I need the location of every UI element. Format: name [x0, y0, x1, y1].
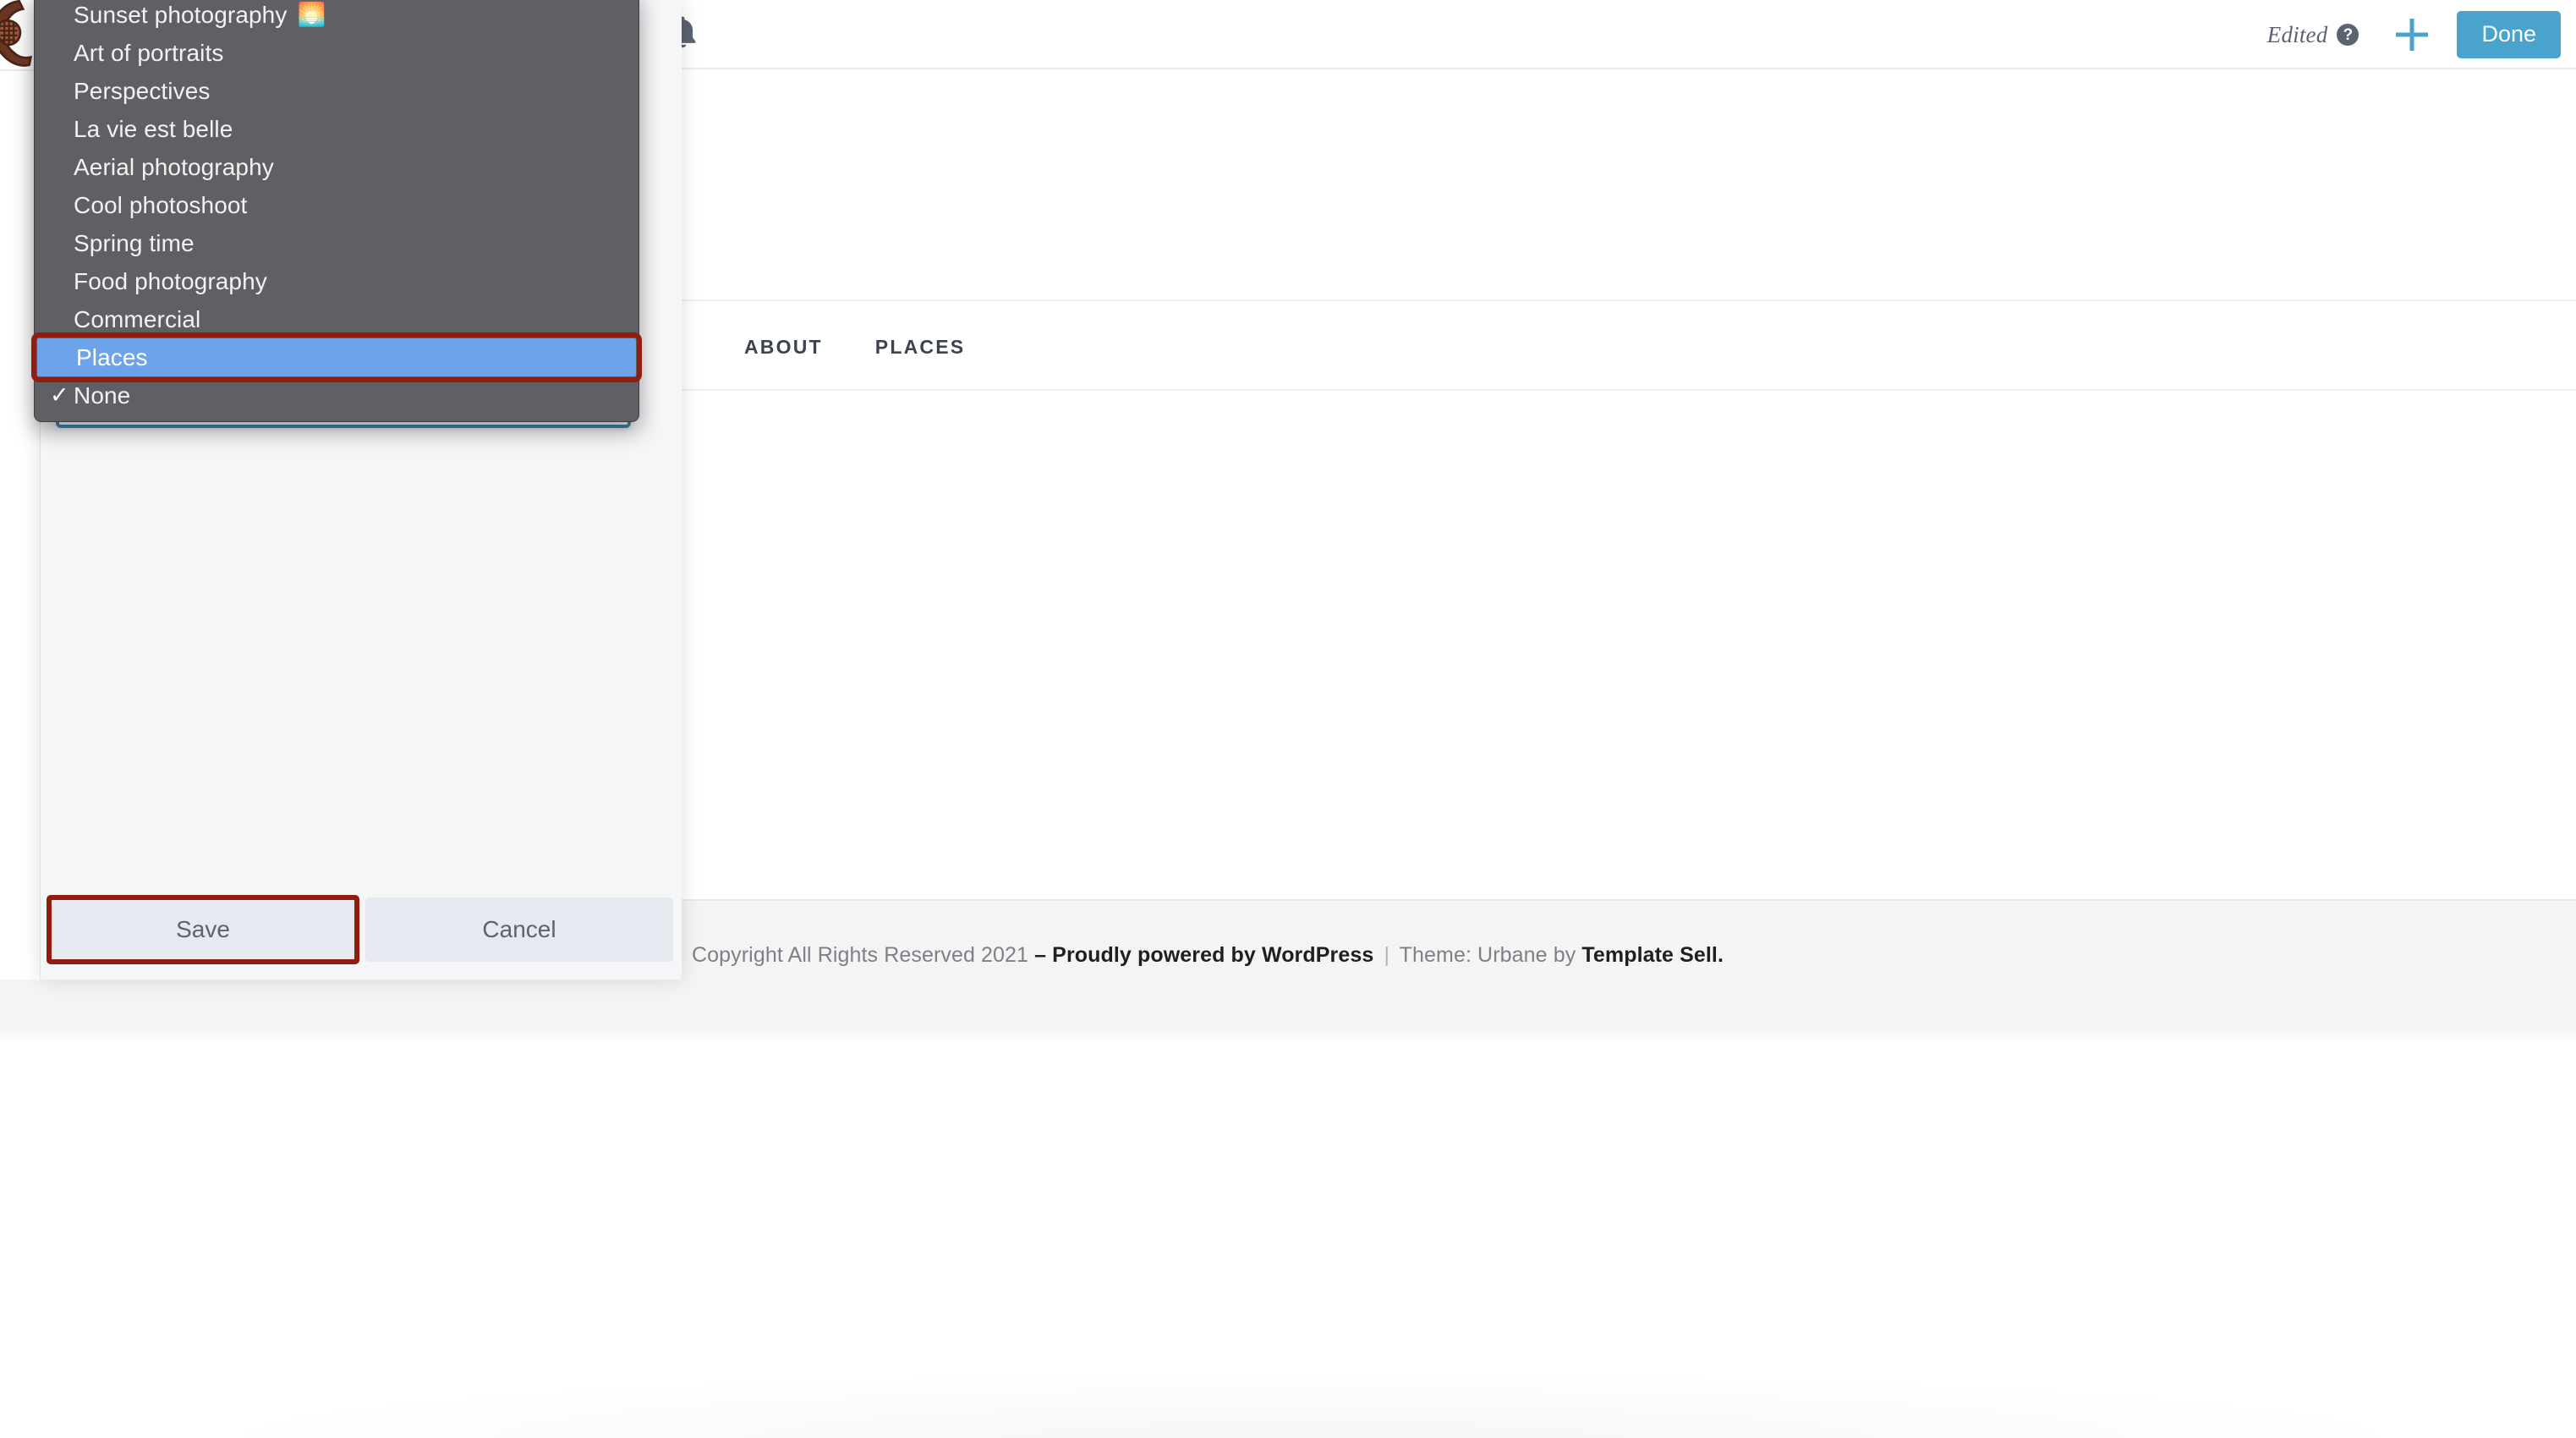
select-option-label: Food photography: [74, 270, 267, 294]
footer-powered-by-link[interactable]: Proudly powered by WordPress: [1052, 943, 1373, 967]
edited-status: Edited ?: [2267, 22, 2360, 48]
select-option-perspectives[interactable]: Perspectives: [35, 72, 639, 110]
select-option-food-photography[interactable]: Food photography: [35, 262, 639, 300]
select-option-spring-time[interactable]: Spring time: [35, 224, 639, 262]
select-option-art-of-portraits[interactable]: Art of portraits: [35, 34, 639, 72]
select-option-label: Spring time: [74, 232, 195, 255]
customizer-topbar-actions: Edited ? Done: [2267, 0, 2561, 69]
select-option-aerial-photography[interactable]: Aerial photography: [35, 148, 639, 186]
select-option-label: Art of portraits: [74, 41, 223, 65]
nav-item-places[interactable]: PLACES: [875, 336, 966, 359]
site-logo-icon: [0, 0, 54, 73]
page-select-dropdown[interactable]: Sunset photography 🌅 Art of portraits Persp…: [34, 0, 639, 422]
check-icon: ✓: [50, 384, 69, 407]
sunrise-emoji-icon: 🌅: [297, 3, 326, 26]
footer-theme-prefix: Theme: Urbane by: [1400, 943, 1576, 967]
footer-dash: –: [1034, 943, 1046, 967]
footer-copyright: Copyright All Rights Reserved 2021: [692, 943, 1028, 967]
footer-credit-text: Copyright All Rights Reserved 2021 – Pro…: [692, 943, 1724, 968]
cancel-button[interactable]: Cancel: [365, 897, 673, 962]
select-option-places[interactable]: Places: [37, 338, 636, 376]
select-option-label: Commercial: [74, 308, 200, 332]
help-icon[interactable]: ?: [2337, 24, 2359, 46]
select-option-label: Perspectives: [74, 80, 211, 103]
footer-separator: |: [1379, 943, 1394, 967]
footer-theme-author-link[interactable]: Template Sell: [1581, 943, 1718, 967]
select-option-label: Aerial photography: [74, 156, 274, 179]
page-outer-background: [0, 1028, 2576, 1438]
select-option-sunset-photography[interactable]: Sunset photography 🌅: [35, 0, 639, 34]
select-option-label: Sunset photography: [74, 3, 287, 27]
select-option-label: Cool photoshoot: [74, 194, 247, 217]
done-button[interactable]: Done: [2457, 11, 2561, 58]
select-option-none[interactable]: ✓None: [35, 376, 639, 414]
select-option-commercial[interactable]: Commercial: [35, 300, 639, 338]
panel-action-buttons: Save Cancel: [41, 880, 682, 980]
save-button[interactable]: Save: [49, 897, 357, 962]
footer-period: .: [1718, 943, 1724, 967]
select-option-la-vie-est-belle[interactable]: La vie est belle: [35, 110, 639, 148]
select-option-cool-photoshoot[interactable]: Cool photoshoot: [35, 186, 639, 224]
select-option-label: None: [74, 384, 130, 408]
select-option-label: La vie est belle: [74, 118, 233, 141]
edited-label: Edited: [2267, 22, 2328, 48]
nav-item-about[interactable]: ABOUT: [744, 336, 823, 359]
select-option-label: Places: [76, 346, 148, 370]
add-icon[interactable]: [2389, 12, 2435, 58]
screen-root: Edited ? Done ABOUT PLACES: [0, 0, 2576, 1438]
